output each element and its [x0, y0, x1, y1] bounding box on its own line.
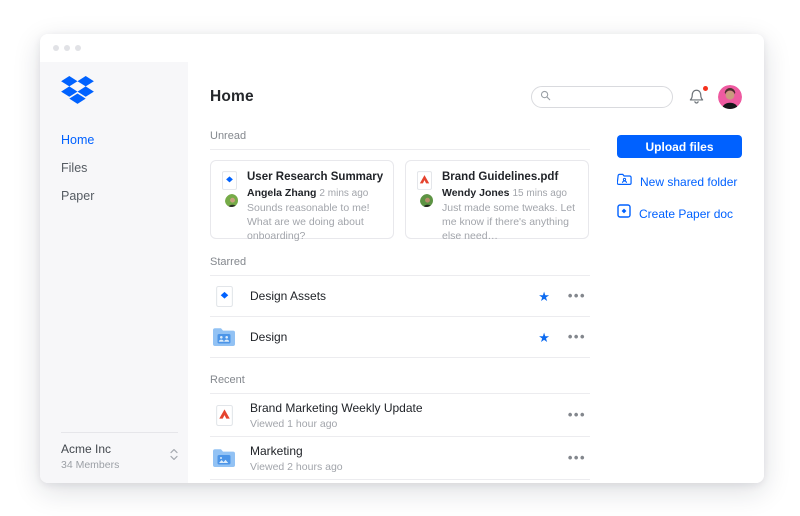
- team-members-count: 34 Members: [61, 459, 120, 471]
- card-title: Brand Guidelines.pdf: [442, 171, 559, 183]
- window-dot-icon: [53, 45, 59, 51]
- file-name: Marketing: [250, 443, 303, 458]
- star-icon[interactable]: ★: [538, 290, 550, 303]
- sidebar-item-paper[interactable]: Paper: [61, 189, 188, 203]
- notification-badge: [703, 86, 708, 91]
- window-titlebar: [40, 34, 764, 62]
- file-name: Design: [250, 330, 288, 344]
- sidebar-item-home[interactable]: Home: [61, 133, 188, 147]
- create-paper-doc-link[interactable]: Create Paper doc: [617, 204, 742, 223]
- starred-row-design[interactable]: Design ★ •••: [210, 317, 590, 358]
- section-label-recent: Recent: [210, 374, 590, 394]
- card-title: User Research Summary: [247, 171, 384, 183]
- unread-card-brand-guidelines[interactable]: Brand Guidelines.pdf Wendy Jones 15 mins …: [405, 160, 589, 242]
- actions-panel: Upload files New shared folder Create Pa…: [616, 130, 742, 483]
- section-label-unread: Unread: [210, 130, 590, 150]
- star-icon[interactable]: ★: [538, 331, 550, 344]
- quick-link-label: New shared folder: [640, 175, 738, 189]
- file-name: Design Assets: [250, 289, 327, 303]
- app-window: Home Files Paper Acme Inc 34 Members Hom…: [40, 34, 764, 483]
- file-name: Brand Marketing Weekly Update: [250, 400, 423, 415]
- window-dot-icon: [64, 45, 70, 51]
- page-title: Home: [210, 88, 254, 105]
- card-time: 15 mins ago: [512, 188, 567, 199]
- unread-card-user-research[interactable]: User Research Summary Angela Zhang 2 mins…: [210, 160, 394, 242]
- image-folder-icon: [212, 448, 236, 468]
- search-input[interactable]: [556, 90, 664, 104]
- search-icon: [540, 88, 551, 106]
- new-shared-folder-link[interactable]: New shared folder: [616, 173, 742, 191]
- main-content: Home Unread User Research Summary Angela…: [188, 62, 764, 483]
- section-label-starred: Starred: [210, 256, 590, 276]
- bell-icon: [688, 89, 705, 110]
- card-author: Wendy Jones: [442, 187, 510, 199]
- shared-folder-icon: [212, 327, 236, 347]
- recent-row-marketing[interactable]: Marketing Viewed 2 hours ago •••: [210, 437, 590, 480]
- window-controls: [53, 45, 81, 51]
- window-dot-icon: [75, 45, 81, 51]
- notifications-button[interactable]: [688, 86, 708, 106]
- upload-files-button[interactable]: Upload files: [617, 135, 742, 158]
- file-viewed-time: Viewed 1 hour ago: [250, 417, 338, 430]
- card-author: Angela Zhang: [247, 187, 317, 199]
- card-time: 2 mins ago: [319, 188, 369, 199]
- avatar: [224, 193, 239, 208]
- quick-link-label: Create Paper doc: [639, 206, 734, 221]
- card-comment: Just made some tweaks. Let me know if th…: [442, 202, 576, 242]
- sidebar-item-files[interactable]: Files: [61, 161, 188, 175]
- dropbox-logo-icon[interactable]: [61, 76, 188, 109]
- team-switcher[interactable]: Acme Inc 34 Members: [61, 432, 178, 471]
- sidebar-nav: Home Files Paper: [61, 133, 188, 203]
- screenshot-canvas: Home Files Paper Acme Inc 34 Members Hom…: [0, 0, 800, 516]
- sidebar: Home Files Paper Acme Inc 34 Members: [40, 62, 188, 483]
- paper-doc-file-icon: [212, 285, 236, 307]
- pdf-file-icon: [417, 171, 432, 195]
- user-avatar[interactable]: [718, 85, 742, 109]
- chevron-updown-icon: [170, 448, 178, 466]
- paper-doc-file-icon: [222, 171, 237, 195]
- avatar: [419, 193, 434, 208]
- starred-row-design-assets[interactable]: Design Assets ★ •••: [210, 276, 590, 317]
- pdf-file-icon: [212, 404, 236, 426]
- paper-doc-outline-icon: [617, 204, 631, 223]
- card-comment: Sounds reasonable to me! What are we doi…: [247, 202, 370, 242]
- search-box[interactable]: [531, 86, 673, 108]
- team-name: Acme Inc: [61, 442, 112, 456]
- shared-folder-outline-icon: [616, 173, 632, 191]
- recent-row-brand-marketing[interactable]: Brand Marketing Weekly Update Viewed 1 h…: [210, 394, 590, 437]
- file-viewed-time: Viewed 2 hours ago: [250, 460, 343, 473]
